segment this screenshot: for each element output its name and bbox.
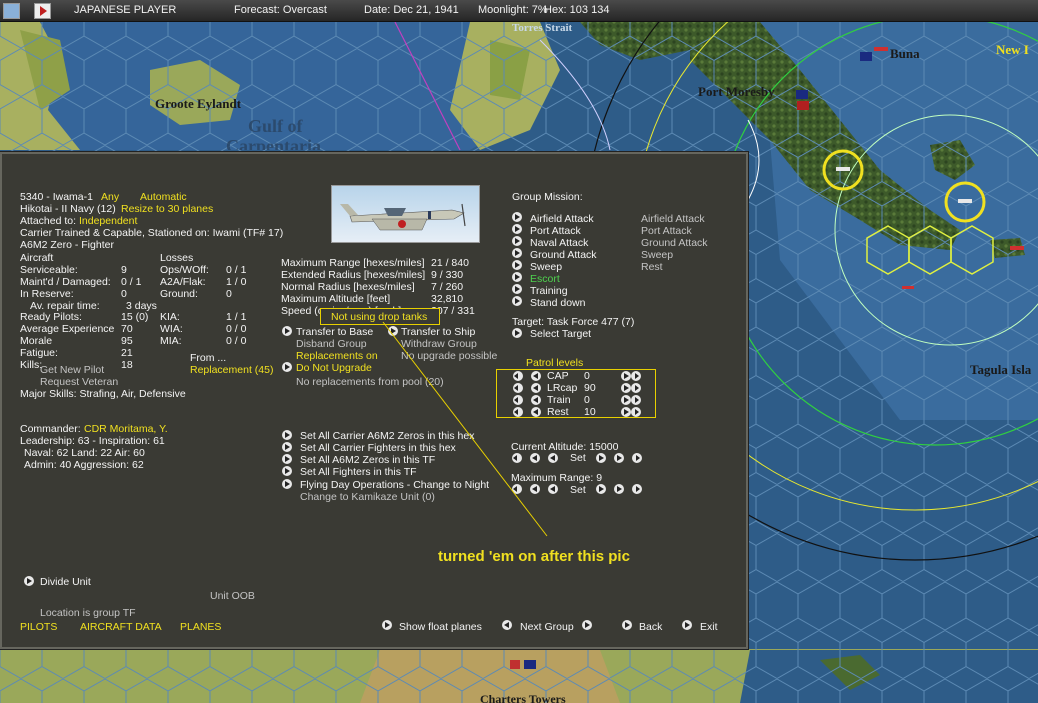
prev-group-icon[interactable] [502,620,512,630]
top-status-bar: JAPANESE PLAYER Forecast: Overcast Date:… [0,0,1038,22]
map-label-torres: Torres Strait [512,22,573,34]
air-group-panel: 5340 - Iwama-1 Any Automatic Hikotai - I… [0,152,748,649]
map-label-new-i: New I [996,42,1029,57]
back-button[interactable]: Back [639,621,662,633]
next-group-button[interactable]: Next Group [520,621,574,633]
menu-icon[interactable] [3,3,20,19]
annotation-text: turned 'em on after this pic [438,548,630,565]
map-label-charters: Charters Towers [480,692,566,703]
back-arrow-icon[interactable] [622,620,632,630]
player-label: JAPANESE PLAYER [74,4,177,16]
next-group-icon[interactable] [582,620,592,630]
map-label-groote: Groote Eylandt [155,96,242,111]
exit-button[interactable]: Exit [700,621,718,633]
show-float-arrow-icon[interactable] [382,620,392,630]
map-label-buna: Buna [890,46,920,61]
map-label-tagula: Tagula Isla [970,362,1032,377]
map-label-gulf: Gulf of [248,116,303,136]
divide-arrow-icon[interactable] [24,576,34,586]
location-label: Location is group TF [40,607,136,619]
date-label: Date: Dec 21, 1941 [364,4,459,16]
moonlight-label: Moonlight: 7% [478,4,548,16]
tab-pilots[interactable]: PILOTS [20,621,57,633]
annotation-line [382,321,548,537]
tab-planes[interactable]: PLANES [180,621,221,633]
play-icon[interactable] [34,3,51,19]
tab-aircraft-data[interactable]: AIRCRAFT DATA [80,621,162,633]
forecast-label: Forecast: Overcast [234,4,327,16]
map-label-carpentaria: Carpentaria [226,136,321,150]
unit-oob-button[interactable]: Unit OOB [210,590,255,602]
exit-arrow-icon[interactable] [682,620,692,630]
hex-label: Hex: 103 134 [544,4,610,16]
map-label-port-moresby: Port Moresby [698,84,775,99]
divide-unit-button[interactable]: Divide Unit [40,576,91,588]
show-float-planes-button[interactable]: Show float planes [399,621,482,633]
